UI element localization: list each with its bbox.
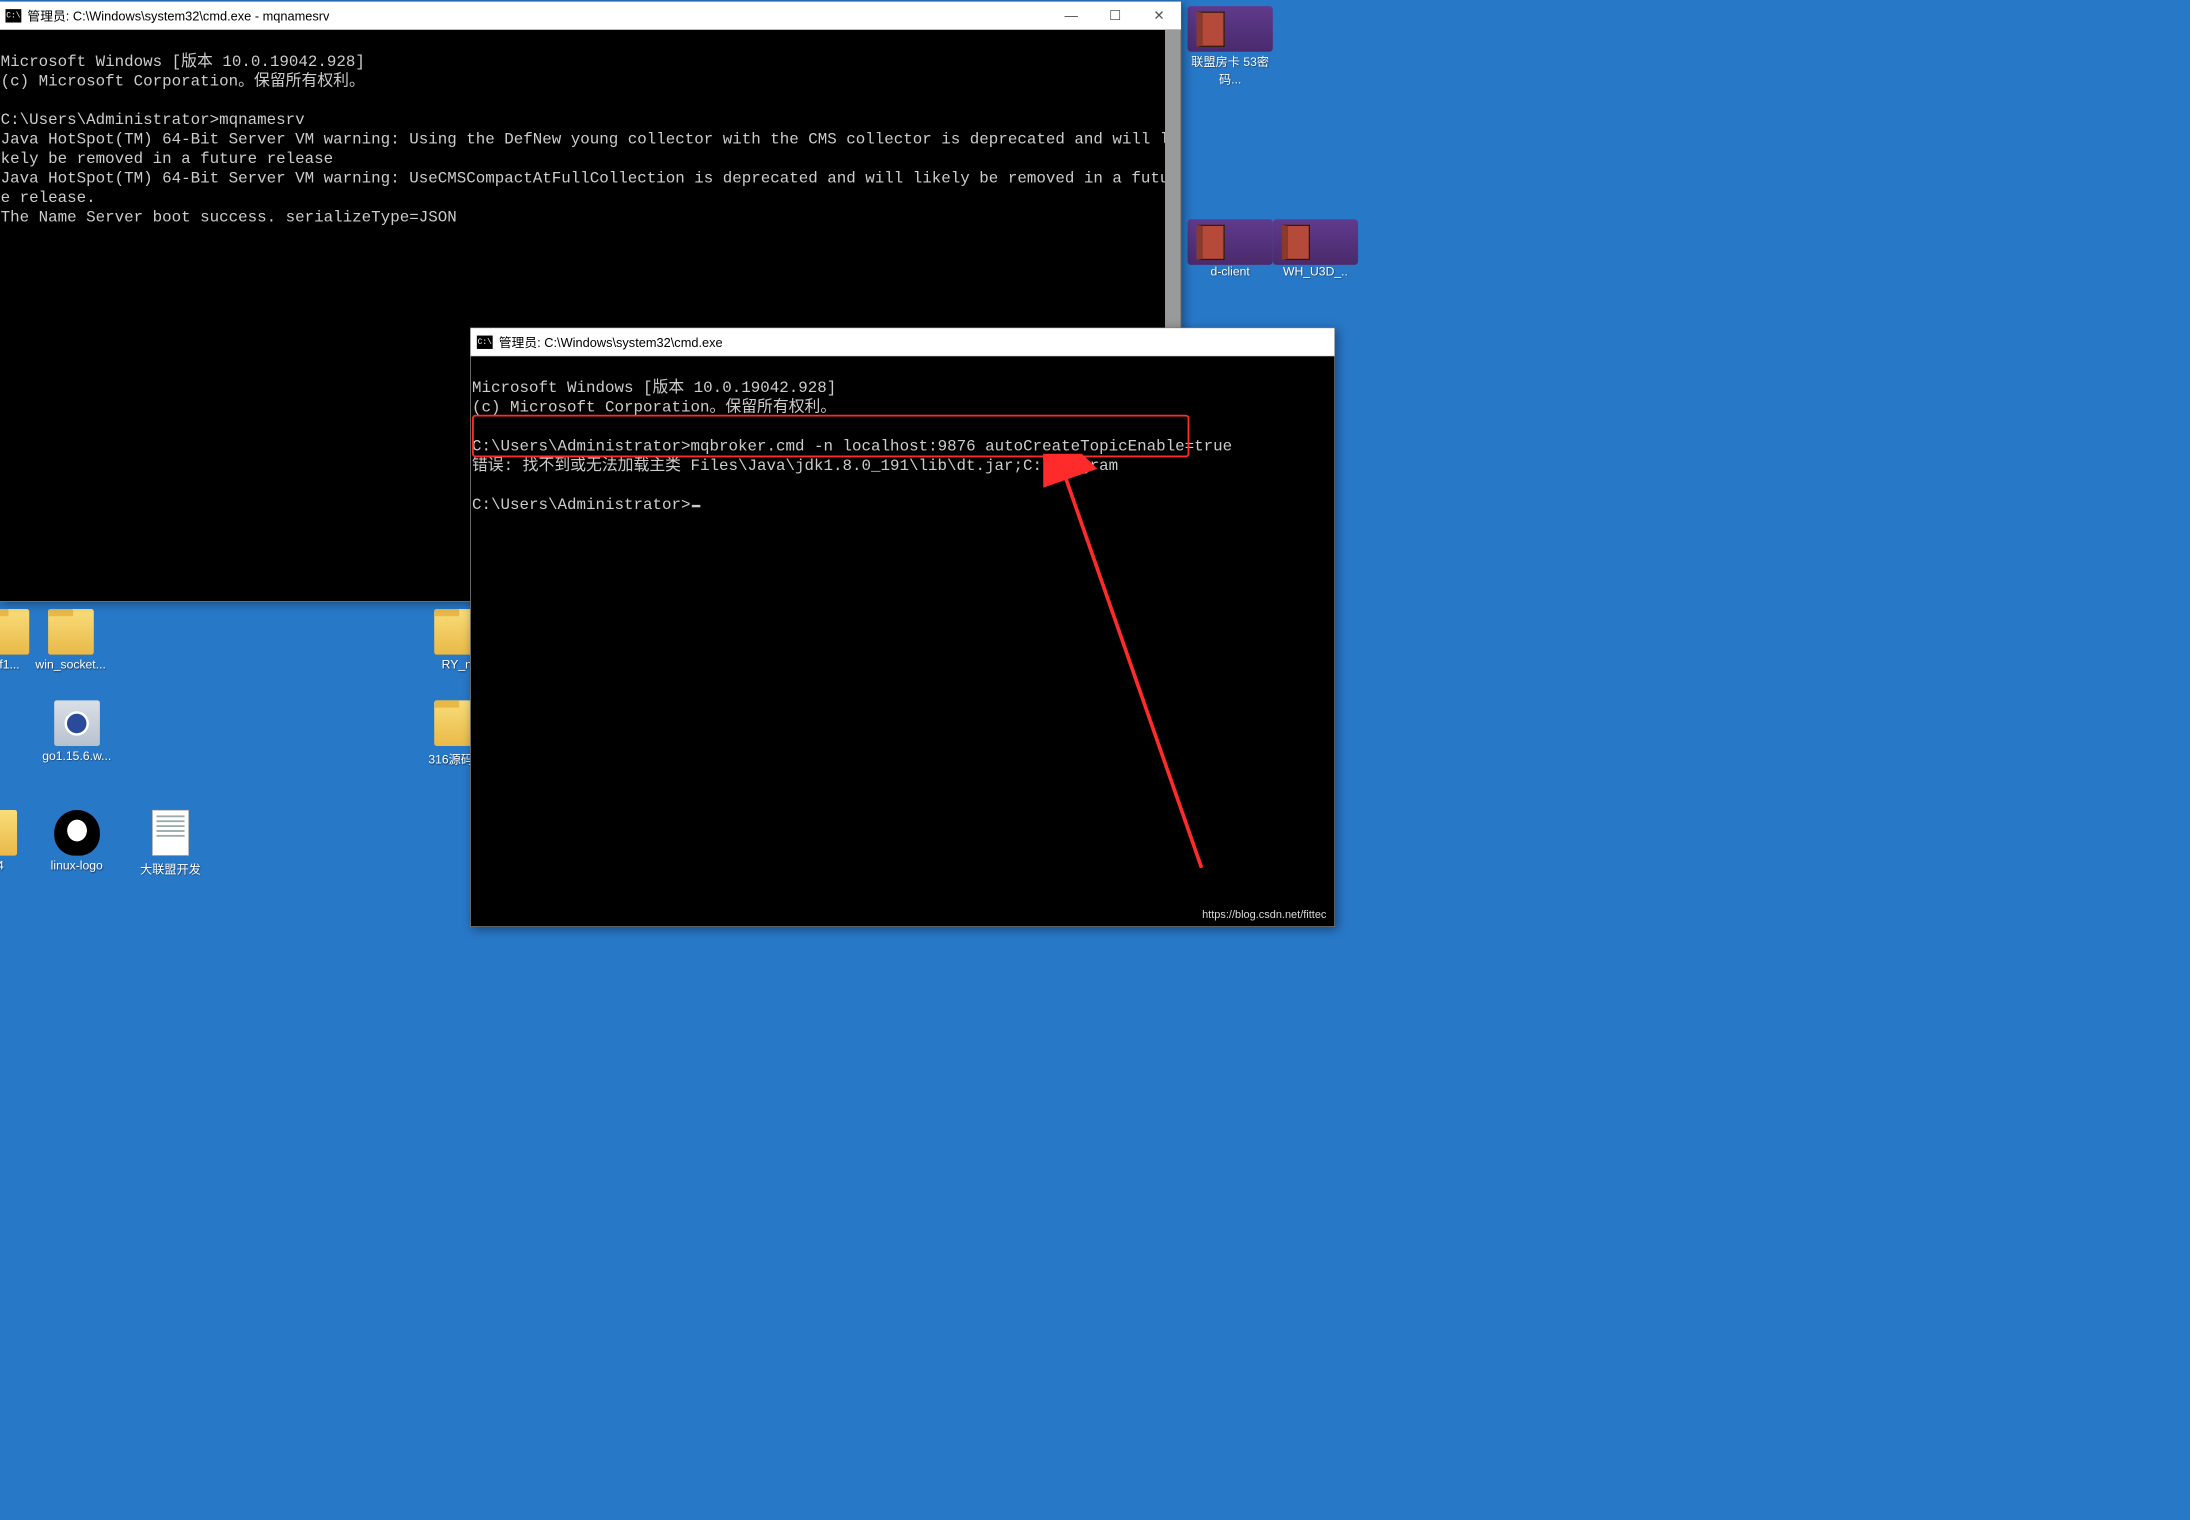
cmd-icon: C:\ xyxy=(477,335,493,348)
minimize-button[interactable]: — xyxy=(1049,2,1093,29)
line: (c) Microsoft Corporation。保留所有权利。 xyxy=(472,398,836,416)
line: Microsoft Windows [版本 10.0.19042.928] xyxy=(472,379,836,397)
icon-label: RY_n xyxy=(442,658,472,671)
desktop-icon-go[interactable]: go1.15.6.w... xyxy=(34,700,119,763)
line: Microsoft Windows [版本 10.0.19042.928] xyxy=(1,52,365,70)
desktop-icon-x64[interactable]: x64 xyxy=(0,810,24,873)
desktop-icon-lianmeng[interactable]: 联盟房卡 53密码... xyxy=(1188,6,1273,87)
icon-label: WH_U3D_.. xyxy=(1283,265,1348,278)
close-button[interactable]: ✕ xyxy=(1137,2,1181,29)
titlebar[interactable]: C:\ 管理员: C:\Windows\system32\cmd.exe xyxy=(471,328,1335,356)
icon-label: linux-logo xyxy=(51,859,103,872)
icon-label: 大联盟开发 xyxy=(140,863,201,876)
line: Java HotSpot(TM) 64-Bit Server VM warnin… xyxy=(1,130,1179,168)
icon-label: 联盟房卡 xyxy=(1191,55,1240,68)
line: 错误: 找不到或无法加载主类 Files\Java\jdk1.8.0_191\l… xyxy=(472,457,1118,475)
maximize-button[interactable]: ☐ xyxy=(1093,2,1137,29)
icon-label: 4f1... xyxy=(0,658,20,671)
desktop: 4f1... win_socket... RY_n go1.15.6.w... … xyxy=(0,0,1334,926)
line: C:\Users\Administrator>mqnamesrv xyxy=(1,111,305,129)
terminal-output[interactable]: Microsoft Windows [版本 10.0.19042.928] (c… xyxy=(471,356,1335,926)
line: C:\Users\Administrator> xyxy=(472,496,691,514)
line: (c) Microsoft Corporation。保留所有权利。 xyxy=(1,72,365,90)
desktop-icon-dclient[interactable]: d-client xyxy=(1188,219,1273,279)
desktop-icon-whu3d[interactable]: WH_U3D_.. xyxy=(1273,219,1358,279)
cmd-icon: C:\ xyxy=(5,9,21,22)
annotation-arrow xyxy=(1043,454,1238,880)
window-title: 管理员: C:\Windows\system32\cmd.exe - mqnam… xyxy=(27,6,1049,24)
line: The Name Server boot success. serializeT… xyxy=(1,208,457,226)
watermark: https://blog.csdn.net/fittec xyxy=(1202,908,1326,921)
line: Java HotSpot(TM) 64-Bit Server VM warnin… xyxy=(1,169,1179,207)
icon-label: d-client xyxy=(1211,265,1250,278)
icon-label: go1.15.6.w... xyxy=(42,750,111,763)
icon-label: win_socket... xyxy=(35,658,105,671)
desktop-icon-win-socket[interactable]: win_socket... xyxy=(28,609,113,672)
cmd-window-broker[interactable]: C:\ 管理员: C:\Windows\system32\cmd.exe Mic… xyxy=(470,328,1335,927)
window-title: 管理员: C:\Windows\system32\cmd.exe xyxy=(499,333,1335,351)
titlebar[interactable]: C:\ 管理员: C:\Windows\system32\cmd.exe - m… xyxy=(0,2,1181,30)
icon-label: x64 xyxy=(0,859,4,872)
desktop-icon-dalianmeng[interactable]: 大联盟开发 xyxy=(128,810,213,877)
cursor xyxy=(692,505,701,507)
window-buttons: — ☐ ✕ xyxy=(1049,2,1181,29)
line: C:\Users\Administrator>mqbroker.cmd -n l… xyxy=(472,437,1232,455)
desktop-icon-linux[interactable]: linux-logo xyxy=(34,810,119,873)
